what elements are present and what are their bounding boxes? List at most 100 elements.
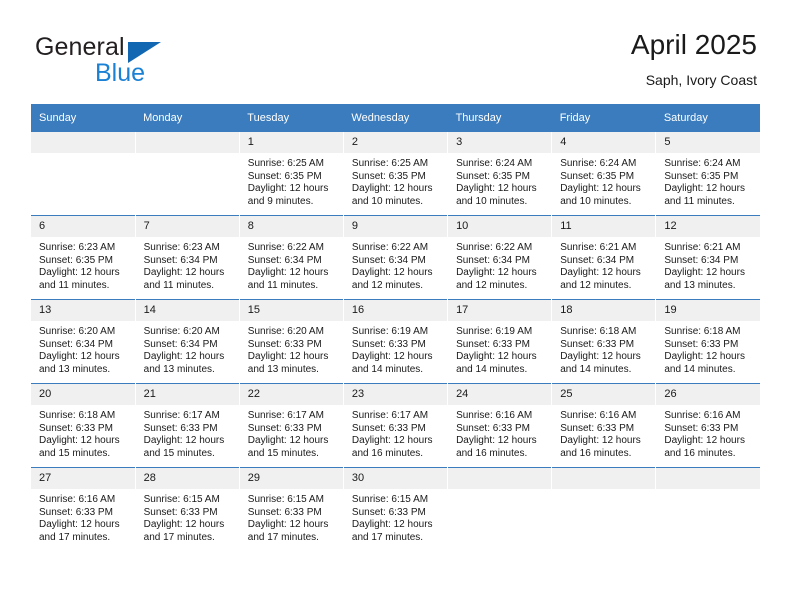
logo-text-general: General — [35, 33, 125, 61]
day-number: 11 — [552, 216, 656, 237]
calendar-day-cell[interactable]: 19 Sunrise: 6:18 AM Sunset: 6:33 PM Dayligh… — [655, 299, 760, 384]
sunset-text: Sunset: 6:33 PM — [456, 422, 530, 434]
daylight-text-line1: Daylight: 12 hours — [664, 183, 745, 195]
calendar-day-cell[interactable]: 11 Sunrise: 6:21 AM Sunset: 6:34 PM Dayligh… — [551, 215, 657, 300]
daylight-text-line1: Daylight: 12 hours — [247, 183, 329, 195]
calendar-day-cell[interactable]: 30 Sunrise: 6:15 AM Sunset: 6:33 PM Dayligh… — [343, 467, 449, 551]
calendar-day-cell[interactable]: 24 Sunrise: 6:16 AM Sunset: 6:33 PM Dayligh… — [447, 383, 553, 468]
day-details: Sunrise: 6:21 AM Sunset: 6:34 PM Daylight:… — [656, 237, 760, 292]
calendar-day-cell[interactable]: 3 Sunrise: 6:24 AM Sunset: 6:35 PM Daylight… — [447, 132, 553, 216]
calendar-day-cell[interactable]: 22 Sunrise: 6:17 AM Sunset: 6:33 PM Dayligh… — [239, 383, 344, 468]
sunset-text: Sunset: 6:34 PM — [143, 338, 218, 350]
sunrise-text: Sunrise: 6:25 AM — [351, 158, 429, 169]
day-number: 1 — [239, 132, 343, 153]
day-details: Sunrise: 6:23 AM Sunset: 6:35 PM Daylight:… — [31, 237, 135, 292]
sunset-text: Sunset: 6:33 PM — [560, 422, 635, 434]
calendar-day-cell[interactable]: 6 Sunrise: 6:23 AM Sunset: 6:35 PM Daylight… — [31, 215, 136, 300]
day-number: 24 — [448, 384, 552, 405]
daylight-text-line1: Daylight: 12 hours — [456, 435, 537, 447]
daylight-text-line1: Daylight: 12 hours — [247, 351, 329, 363]
sunset-text: Sunset: 6:34 PM — [247, 254, 322, 266]
calendar-day-cell[interactable]: 26 Sunrise: 6:16 AM Sunset: 6:33 PM Dayligh… — [655, 383, 760, 468]
day-details: Sunrise: 6:16 AM Sunset: 6:33 PM Daylight:… — [31, 489, 135, 544]
calendar-day-cell[interactable]: 25 Sunrise: 6:16 AM Sunset: 6:33 PM Dayligh… — [551, 383, 657, 468]
calendar-day-cell[interactable]: 7 Sunrise: 6:23 AM Sunset: 6:34 PM Daylight… — [135, 215, 240, 300]
calendar-day-cell[interactable]: 29 Sunrise: 6:15 AM Sunset: 6:33 PM Dayligh… — [239, 467, 344, 551]
daylight-text-line1: Daylight: 12 hours — [456, 267, 537, 279]
calendar-day-cell-empty — [447, 467, 553, 551]
calendar-day-cell[interactable]: 8 Sunrise: 6:22 AM Sunset: 6:34 PM Daylight… — [239, 215, 344, 300]
day-number: 28 — [135, 468, 239, 489]
daylight-text-line2: and 15 minutes. — [39, 447, 111, 459]
calendar-day-cell[interactable]: 18 Sunrise: 6:18 AM Sunset: 6:33 PM Dayligh… — [551, 299, 657, 384]
calendar-day-cell[interactable]: 9 Sunrise: 6:22 AM Sunset: 6:34 PM Daylight… — [343, 215, 449, 300]
sunrise-text: Sunrise: 6:18 AM — [664, 326, 741, 337]
day-details: Sunrise: 6:15 AM Sunset: 6:33 PM Daylight:… — [344, 489, 447, 544]
day-number: 21 — [135, 384, 239, 405]
calendar-day-cell[interactable]: 15 Sunrise: 6:20 AM Sunset: 6:33 PM Dayligh… — [239, 299, 344, 384]
daylight-text-line2: and 11 minutes. — [664, 195, 735, 207]
weekday-header-saturday: Saturday — [655, 104, 760, 132]
day-details: Sunrise: 6:18 AM Sunset: 6:33 PM Daylight:… — [552, 321, 655, 376]
daylight-text-line2: and 11 minutes. — [247, 279, 319, 291]
calendar-day-cell[interactable]: 27 Sunrise: 6:16 AM Sunset: 6:33 PM Dayligh… — [31, 467, 136, 551]
daylight-text-line2: and 13 minutes. — [143, 363, 215, 375]
sunrise-text: Sunrise: 6:19 AM — [456, 326, 533, 337]
weekday-header-tuesday: Tuesday — [239, 104, 344, 132]
day-number — [656, 468, 760, 489]
day-details: Sunrise: 6:22 AM Sunset: 6:34 PM Daylight:… — [240, 237, 343, 292]
calendar-day-cell[interactable]: 4 Sunrise: 6:24 AM Sunset: 6:35 PM Daylight… — [551, 132, 657, 216]
sunrise-text: Sunrise: 6:18 AM — [560, 326, 637, 337]
calendar-day-cell[interactable]: 13 Sunrise: 6:20 AM Sunset: 6:34 PM Dayligh… — [31, 299, 136, 384]
calendar-day-cell[interactable]: 21 Sunrise: 6:17 AM Sunset: 6:33 PM Dayligh… — [135, 383, 240, 468]
calendar-page: General Blue April 2025 Saph, Ivory Coas… — [0, 0, 792, 612]
calendar-day-cell[interactable]: 16 Sunrise: 6:19 AM Sunset: 6:33 PM Dayligh… — [343, 299, 449, 384]
calendar-body: 1 Sunrise: 6:25 AM Sunset: 6:35 PM Daylight… — [31, 132, 760, 551]
daylight-text-line1: Daylight: 12 hours — [351, 435, 433, 447]
sunrise-text: Sunrise: 6:17 AM — [351, 410, 429, 421]
calendar-day-cell[interactable]: 1 Sunrise: 6:25 AM Sunset: 6:35 PM Daylight… — [239, 132, 344, 216]
day-number: 4 — [552, 132, 656, 153]
day-number: 25 — [552, 384, 656, 405]
daylight-text-line2: and 16 minutes. — [351, 447, 424, 459]
sunset-text: Sunset: 6:33 PM — [664, 422, 739, 434]
calendar-day-cell[interactable]: 17 Sunrise: 6:19 AM Sunset: 6:33 PM Dayligh… — [447, 299, 553, 384]
day-details: Sunrise: 6:16 AM Sunset: 6:33 PM Daylight:… — [448, 405, 551, 460]
sunset-text: Sunset: 6:35 PM — [39, 254, 113, 266]
day-number: 10 — [448, 216, 552, 237]
sunrise-text: Sunrise: 6:20 AM — [247, 326, 324, 337]
sunrise-text: Sunrise: 6:23 AM — [39, 242, 116, 253]
sunset-text: Sunset: 6:33 PM — [39, 422, 113, 434]
day-details: Sunrise: 6:20 AM Sunset: 6:34 PM Daylight:… — [31, 321, 135, 376]
daylight-text-line1: Daylight: 12 hours — [560, 351, 641, 363]
sunrise-text: Sunrise: 6:15 AM — [247, 494, 324, 505]
calendar-day-cell[interactable]: 23 Sunrise: 6:17 AM Sunset: 6:33 PM Dayligh… — [343, 383, 449, 468]
calendar-week-row: 20 Sunrise: 6:18 AM Sunset: 6:33 PM Dayligh… — [31, 383, 760, 468]
daylight-text-line2: and 17 minutes. — [143, 531, 215, 543]
day-number: 30 — [343, 468, 448, 489]
calendar-day-cell[interactable]: 5 Sunrise: 6:24 AM Sunset: 6:35 PM Daylight… — [655, 132, 760, 216]
day-number: 27 — [31, 468, 135, 489]
daylight-text-line1: Daylight: 12 hours — [351, 267, 433, 279]
calendar-day-cell[interactable]: 28 Sunrise: 6:15 AM Sunset: 6:33 PM Dayligh… — [135, 467, 240, 551]
sunset-text: Sunset: 6:33 PM — [351, 422, 426, 434]
calendar-week-row: 1 Sunrise: 6:25 AM Sunset: 6:35 PM Daylight… — [31, 132, 760, 216]
sunset-text: Sunset: 6:34 PM — [351, 254, 426, 266]
day-number: 2 — [343, 132, 448, 153]
sunrise-text: Sunrise: 6:16 AM — [664, 410, 741, 421]
calendar-day-cell[interactable]: 2 Sunrise: 6:25 AM Sunset: 6:35 PM Daylight… — [343, 132, 449, 216]
daylight-text-line2: and 17 minutes. — [39, 531, 111, 543]
sunset-text: Sunset: 6:33 PM — [143, 506, 218, 518]
sunrise-text: Sunrise: 6:19 AM — [351, 326, 429, 337]
day-number: 20 — [31, 384, 135, 405]
calendar-day-cell[interactable]: 12 Sunrise: 6:21 AM Sunset: 6:34 PM Dayligh… — [655, 215, 760, 300]
daylight-text-line2: and 16 minutes. — [456, 447, 528, 459]
page-title: April 2025 — [630, 29, 757, 60]
sunrise-text: Sunrise: 6:25 AM — [247, 158, 324, 169]
calendar-day-cell[interactable]: 20 Sunrise: 6:18 AM Sunset: 6:33 PM Dayligh… — [31, 383, 136, 468]
daylight-text-line2: and 16 minutes. — [560, 447, 632, 459]
sunrise-text: Sunrise: 6:15 AM — [351, 494, 429, 505]
calendar-day-cell[interactable]: 14 Sunrise: 6:20 AM Sunset: 6:34 PM Dayligh… — [135, 299, 240, 384]
calendar-day-cell[interactable]: 10 Sunrise: 6:22 AM Sunset: 6:34 PM Dayligh… — [447, 215, 553, 300]
daylight-text-line2: and 12 minutes. — [560, 279, 632, 291]
